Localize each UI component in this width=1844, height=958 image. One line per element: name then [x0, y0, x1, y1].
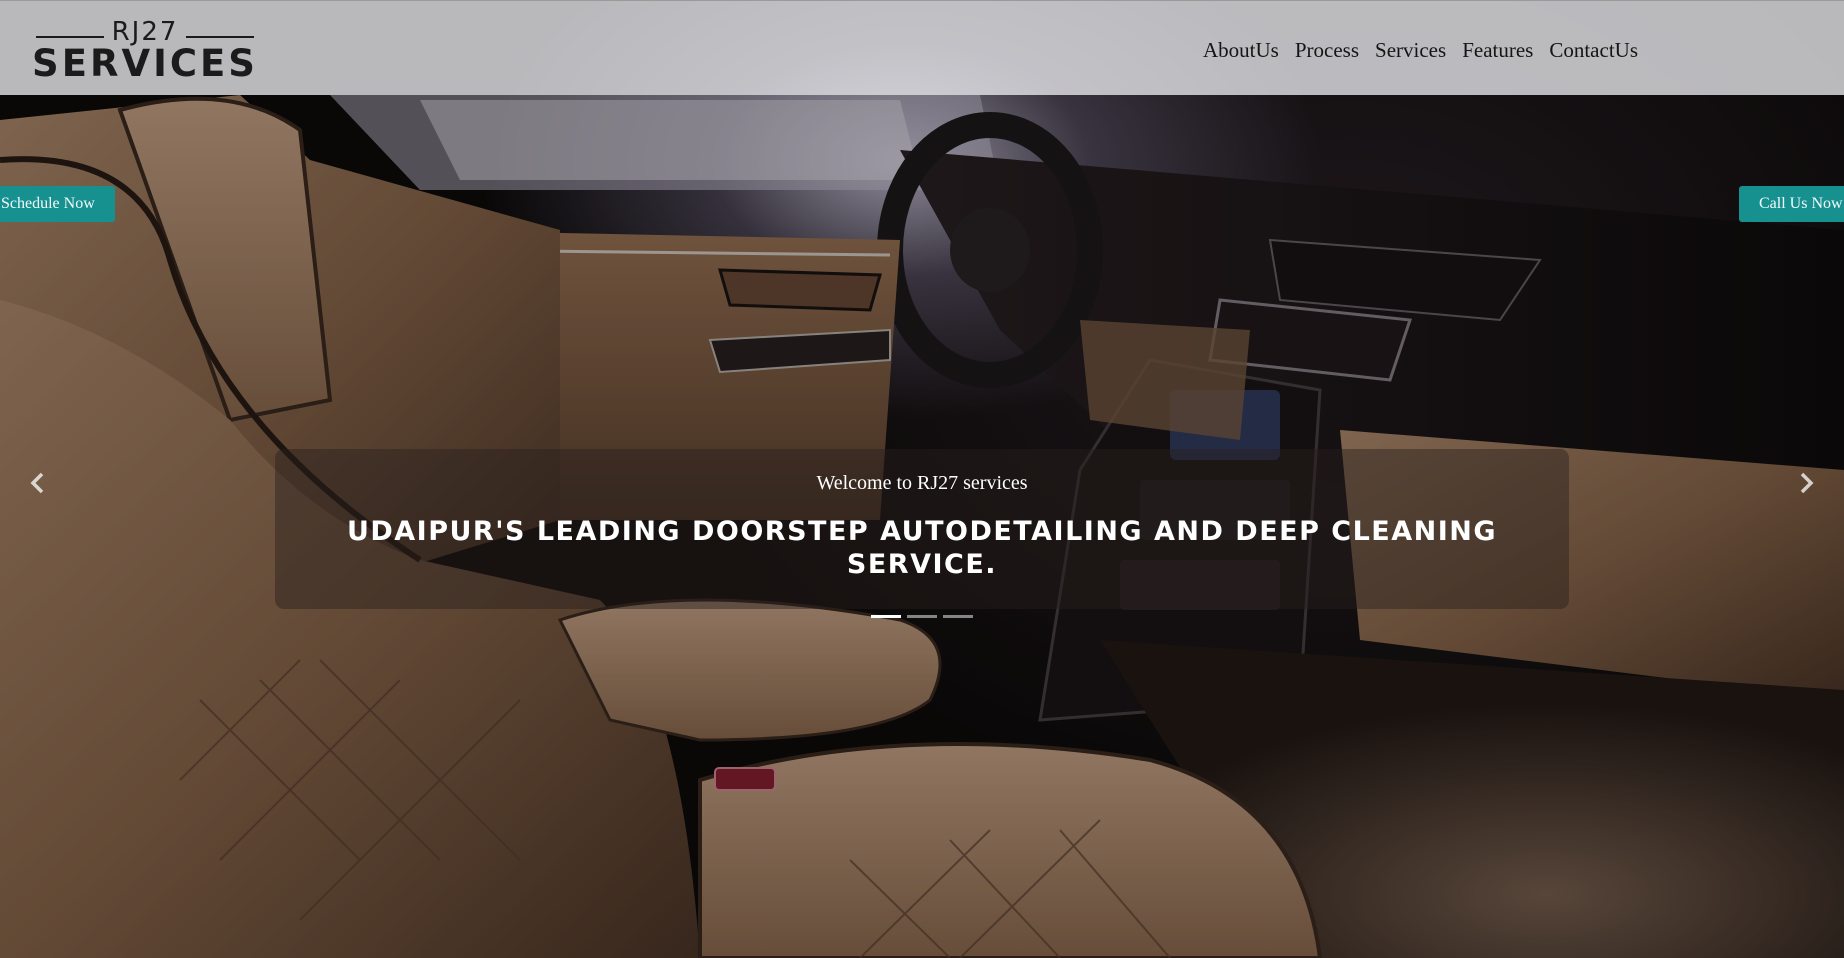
- logo-rule-left: [36, 36, 104, 38]
- hero-subtitle: Welcome to RJ27 services: [816, 472, 1028, 494]
- nav-item-about-us[interactable]: AboutUs: [1203, 37, 1279, 63]
- logo-rule-right: [186, 36, 255, 38]
- page: RJ27 SERVICES AboutUs Process Services F…: [0, 0, 1844, 958]
- carousel-indicator[interactable]: [871, 615, 901, 618]
- carousel-indicator[interactable]: [907, 615, 937, 618]
- schedule-now-button[interactable]: Schedule Now: [0, 186, 115, 222]
- carousel-indicator[interactable]: [943, 615, 973, 618]
- brand-logo[interactable]: RJ27 SERVICES: [28, 19, 262, 85]
- site-header: RJ27 SERVICES AboutUs Process Services F…: [0, 0, 1844, 95]
- main-nav: AboutUs Process Services Features Contac…: [1203, 37, 1638, 63]
- hero-title: Udaipur's leading doorstep autodetailing…: [346, 516, 1498, 580]
- chevron-left-icon: [30, 472, 44, 494]
- chevron-right-icon: [1800, 472, 1814, 494]
- call-us-now-button[interactable]: Call Us Now: [1739, 186, 1844, 222]
- hero-caption: Welcome to RJ27 services Udaipur's leadi…: [275, 449, 1569, 609]
- nav-item-services[interactable]: Services: [1375, 37, 1446, 63]
- carousel-indicators: [871, 615, 973, 618]
- carousel-next-button[interactable]: [1793, 470, 1819, 496]
- nav-item-process[interactable]: Process: [1295, 37, 1359, 63]
- nav-item-contact-us[interactable]: ContactUs: [1549, 37, 1638, 63]
- logo-bottom-text: SERVICES: [32, 42, 258, 85]
- nav-item-features[interactable]: Features: [1462, 37, 1533, 63]
- carousel-prev-button[interactable]: [25, 470, 51, 496]
